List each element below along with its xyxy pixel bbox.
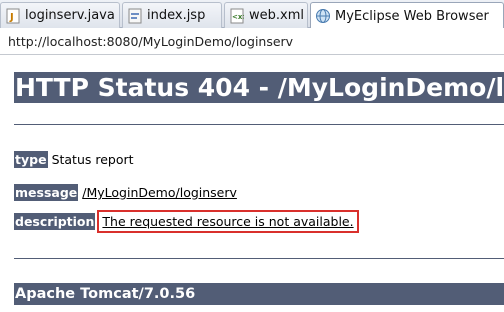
message-row: message /MyLoginDemo/loginserv — [14, 184, 237, 201]
editor-tab-bar: J loginserv.java index.jsp <x> web.xml M… — [0, 0, 504, 29]
tab-label: web.xml — [249, 8, 304, 23]
type-label: type — [14, 151, 48, 168]
page-title: HTTP Status 404 - /MyLoginDemo/loginserv — [14, 72, 504, 103]
address-bar[interactable]: http://localhost:8080/MyLoginDemo/logins… — [0, 28, 504, 55]
divider — [14, 258, 504, 259]
server-footer: Apache Tomcat/7.0.56 — [14, 283, 504, 305]
tab-myeclipse-web-browser[interactable]: MyEclipse Web Browser — [310, 2, 504, 29]
tab-index-jsp[interactable]: index.jsp — [122, 2, 222, 28]
jsp-file-icon — [127, 8, 143, 24]
type-value: Status report — [51, 152, 134, 167]
description-label: description — [14, 213, 96, 230]
tab-web-xml[interactable]: <x> web.xml — [224, 2, 308, 28]
tab-label: loginserv.java — [25, 8, 115, 23]
message-value: /MyLoginDemo/loginserv — [82, 185, 237, 200]
java-file-icon: J — [5, 8, 21, 24]
type-row: type Status report — [14, 151, 134, 168]
tab-loginserv-java[interactable]: J loginserv.java — [0, 2, 120, 28]
browser-content: HTTP Status 404 - /MyLoginDemo/loginserv… — [0, 55, 504, 312]
svg-text:<x>: <x> — [232, 13, 244, 21]
message-label: message — [14, 184, 79, 201]
globe-icon — [315, 8, 331, 24]
divider — [14, 124, 504, 125]
tab-label: index.jsp — [147, 8, 206, 23]
svg-text:J: J — [9, 12, 14, 23]
description-value: The requested resource is not available. — [102, 214, 354, 229]
description-row: description The requested resource is no… — [14, 210, 359, 233]
highlight-box: The requested resource is not available. — [97, 210, 359, 233]
xml-file-icon: <x> — [229, 8, 245, 24]
address-url[interactable]: http://localhost:8080/MyLoginDemo/logins… — [8, 34, 293, 49]
tab-label: MyEclipse Web Browser — [335, 8, 489, 24]
